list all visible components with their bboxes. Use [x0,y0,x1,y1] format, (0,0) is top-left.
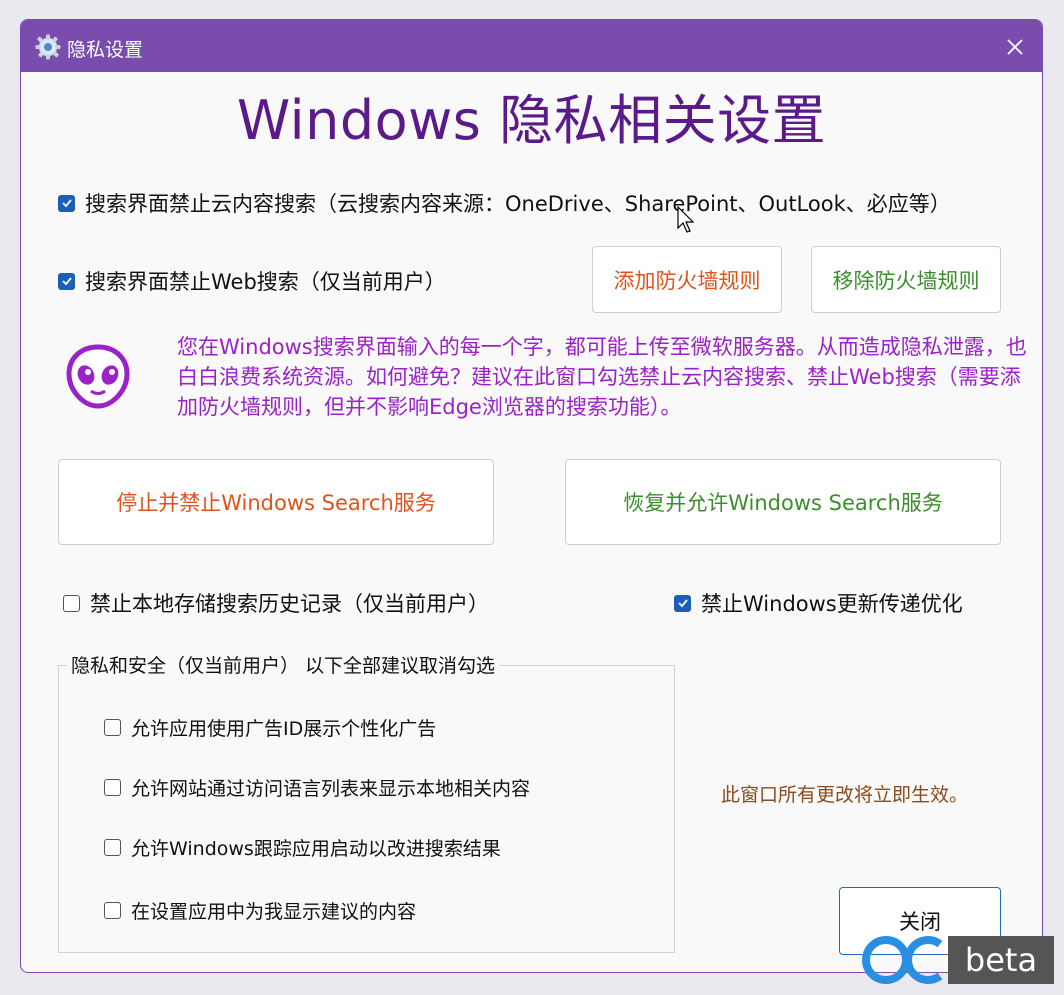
notice-text: 此窗口所有更改将立即生效。 [721,784,969,806]
language-list-label: 允许网站通过访问语言列表来显示本地相关内容 [131,778,531,800]
add-firewall-rule-button[interactable]: 添加防火墙规则 [592,246,782,313]
alien-icon [66,344,130,409]
remove-firewall-rule-button[interactable]: 移除防火墙规则 [811,246,1001,313]
gear-icon [35,34,61,60]
watermark: beta [860,934,1056,986]
suggested-content-checkbox[interactable]: 在设置应用中为我显示建议的内容 [104,897,416,924]
privacy-security-group: 隐私和安全（仅当前用户） 以下全部建议取消勾选 允许应用使用广告ID展示个性化广… [58,651,675,953]
window-title: 隐私设置 [67,39,144,61]
suggested-content-label: 在设置应用中为我显示建议的内容 [131,901,417,923]
app-launch-tracking-label: 允许Windows跟踪应用启动以改进搜索结果 [131,838,501,860]
page-title: Windows 隐私相关设置 [236,89,827,152]
checkbox-unchecked-icon[interactable] [104,839,121,856]
stop-search-service-button[interactable]: 停止并禁止Windows Search服务 [58,459,494,545]
checkbox-unchecked-icon[interactable] [104,902,121,919]
local-history-label: 禁止本地存储搜索历史记录（仅当前用户） [90,592,489,616]
delivery-optimization-checkbox[interactable]: 禁止Windows更新传递优化 [674,588,963,618]
local-history-checkbox[interactable]: 禁止本地存储搜索历史记录（仅当前用户） [63,588,489,618]
cloud-search-checkbox[interactable]: 搜索界面禁止云内容搜索（云搜索内容来源：OneDrive、SharePoint、… [58,188,951,218]
ad-id-checkbox[interactable]: 允许应用使用广告ID展示个性化广告 [104,714,436,741]
checkbox-unchecked-icon[interactable] [104,779,121,796]
watermark-logo-icon [862,936,943,984]
app-launch-tracking-checkbox[interactable]: 允许Windows跟踪应用启动以改进搜索结果 [104,834,501,861]
checkbox-checked-icon[interactable] [58,194,75,212]
checkbox-checked-icon[interactable] [674,594,691,612]
checkbox-checked-icon[interactable] [58,272,75,290]
web-search-checkbox[interactable]: 搜索界面禁止Web搜索（仅当前用户） [58,266,446,296]
checkbox-unchecked-icon[interactable] [63,594,80,612]
info-text: 您在Windows搜索界面输入的每一个字，都可能上传至微软服务器。从而造成隐私泄… [177,335,1027,419]
title-bar[interactable]: 隐私设置 [21,20,1042,72]
delivery-optimization-label: 禁止Windows更新传递优化 [701,592,963,616]
group-title: 隐私和安全（仅当前用户） 以下全部建议取消勾选 [67,651,500,678]
language-list-checkbox[interactable]: 允许网站通过访问语言列表来显示本地相关内容 [104,774,530,801]
ad-id-label: 允许应用使用广告ID展示个性化广告 [131,718,437,740]
web-search-label: 搜索界面禁止Web搜索（仅当前用户） [85,270,446,294]
watermark-text: beta [948,936,1054,984]
checkbox-unchecked-icon[interactable] [104,719,121,736]
cloud-search-label: 搜索界面禁止云内容搜索（云搜索内容来源：OneDrive、SharePoint、… [85,192,951,216]
restore-search-service-button[interactable]: 恢复并允许Windows Search服务 [565,459,1001,545]
privacy-settings-window: 隐私设置 Windows 隐私相关设置 搜索界面禁止云内容搜索（云搜索内容来源：… [20,19,1043,973]
mouse-cursor-icon [677,206,695,233]
close-icon[interactable] [1000,32,1030,62]
